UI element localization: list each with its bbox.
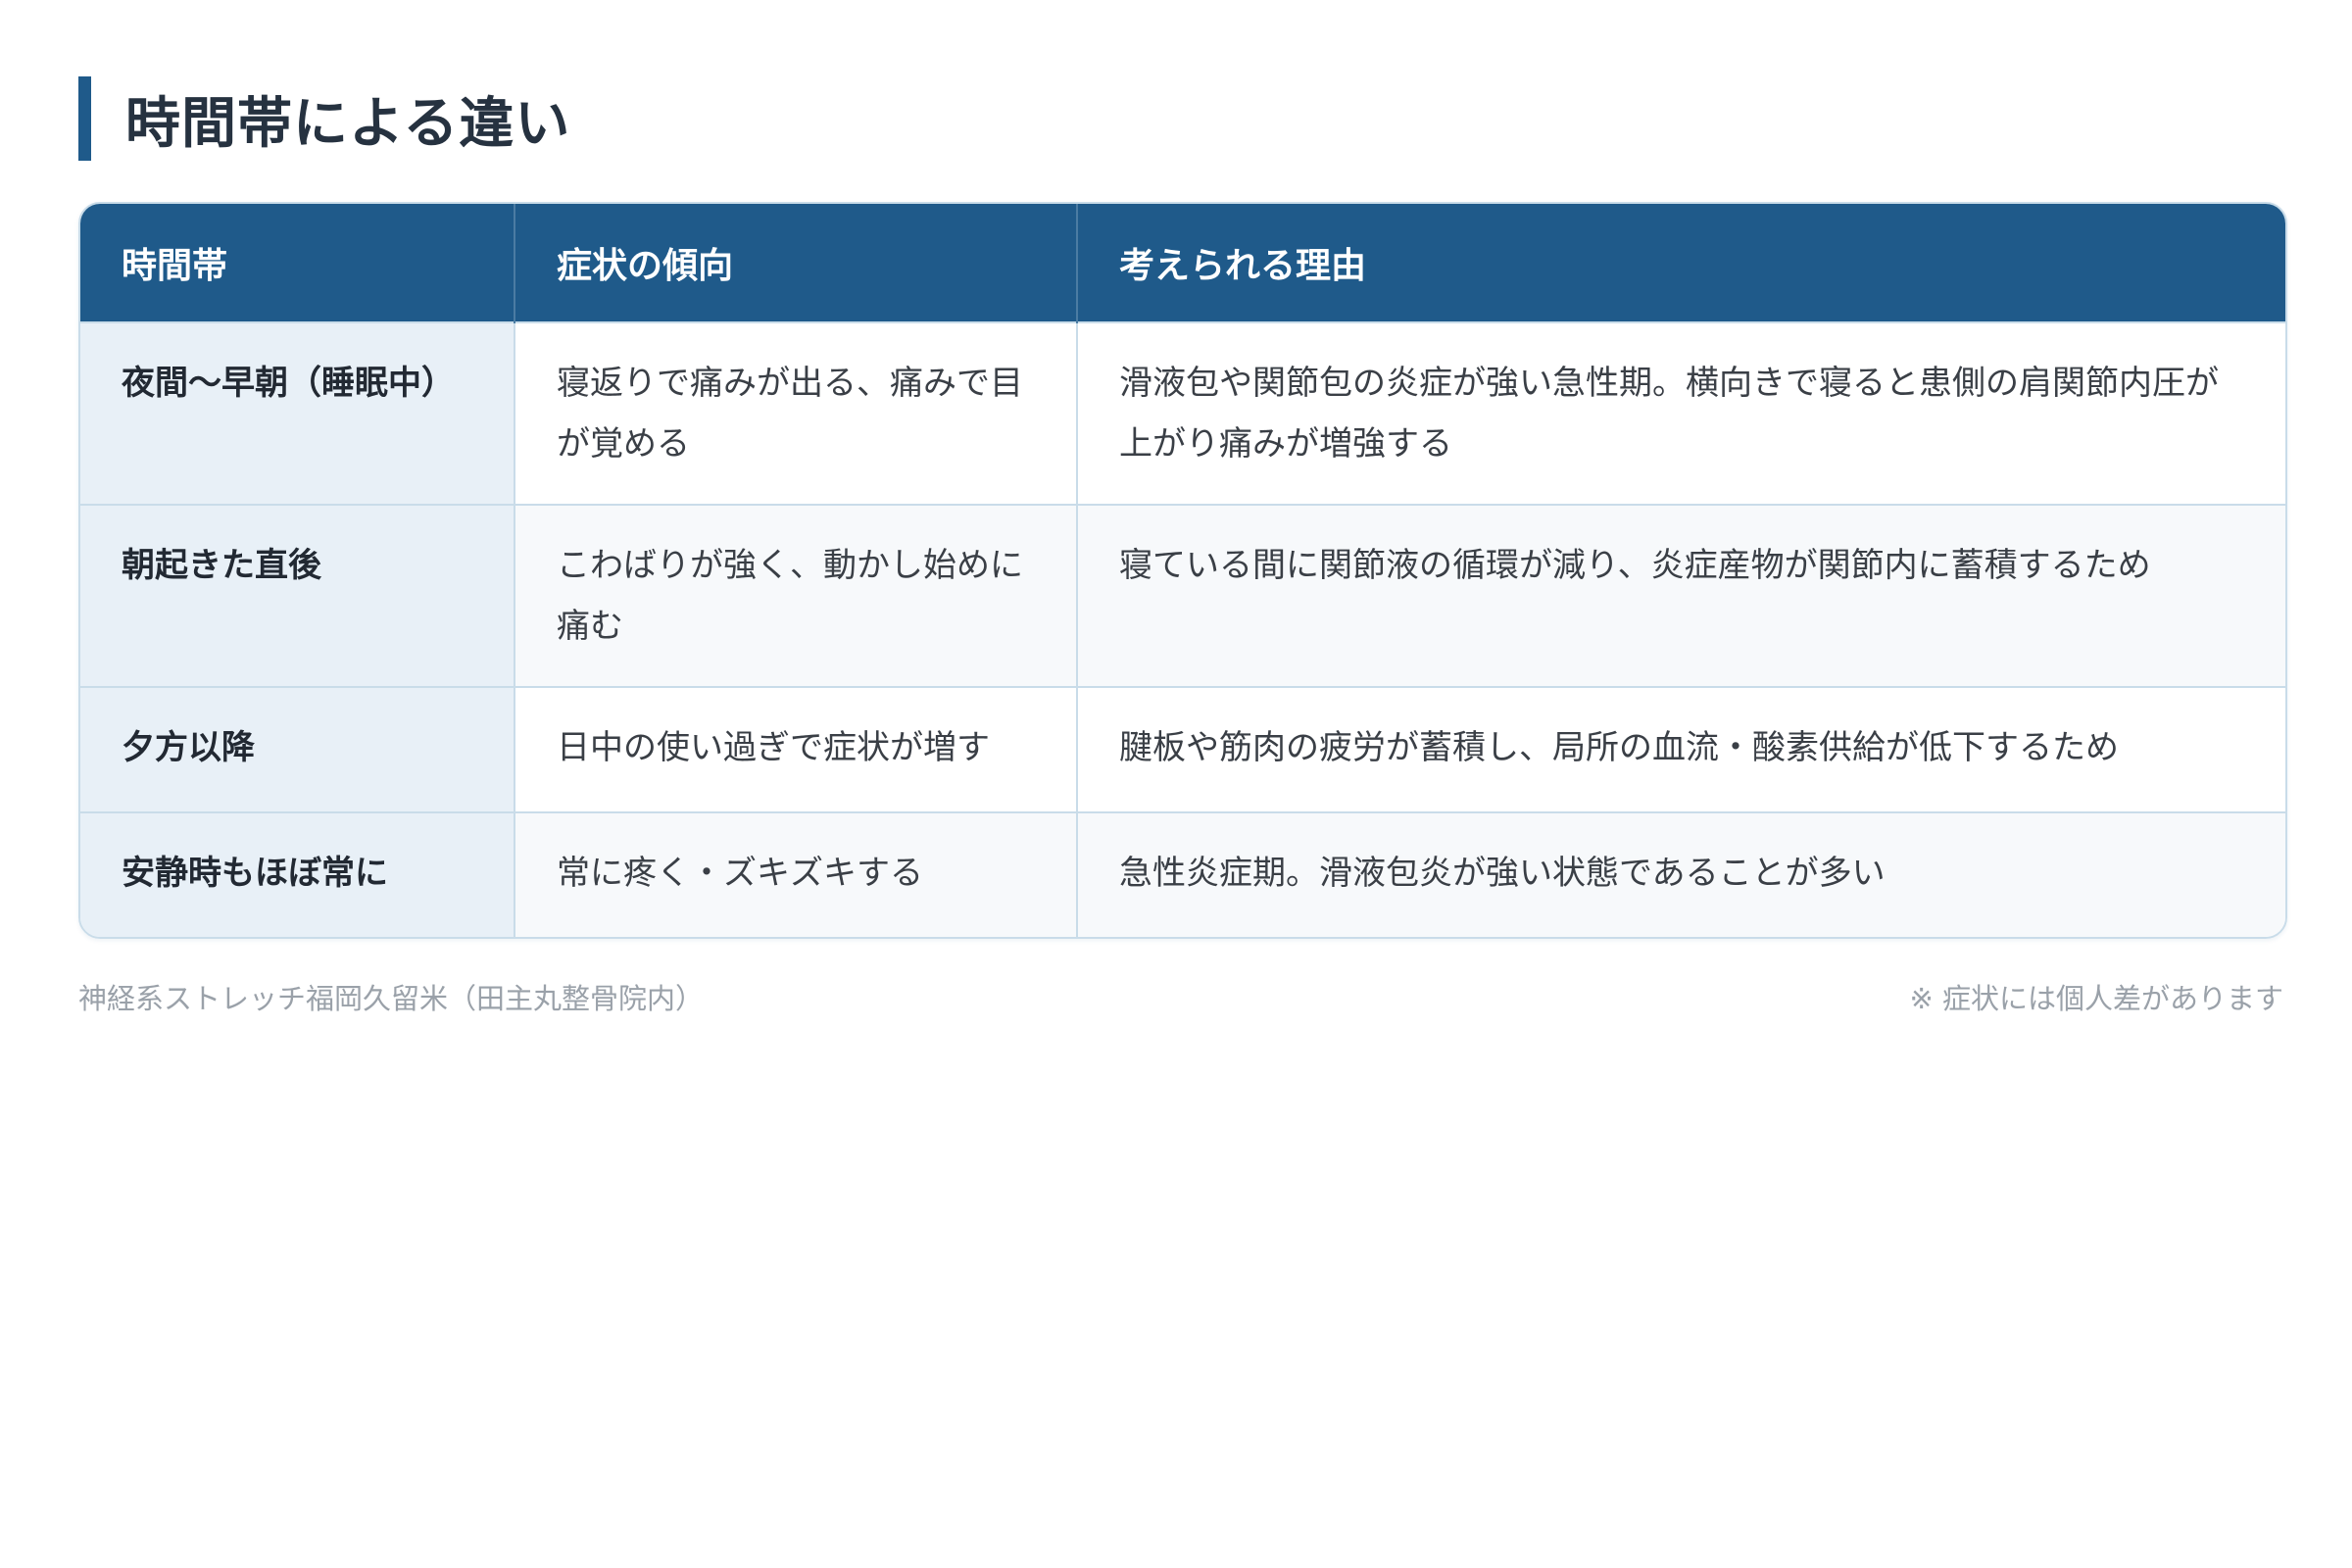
heading-title: 時間帯による違い [125,91,571,156]
heading-accent-bar [78,76,91,161]
row-reason-cell: 腱板や筋肉の疲労が蓄積し、局所の血流・酸素供給が低下するため [1077,686,2285,812]
table-body: 夜間〜早朝（睡眠中） 寝返りで痛みが出る、痛みで目が覚める 滑液包や関節包の炎症… [80,321,2285,937]
row-reason-cell: 寝ている間に関節液の循環が減り、炎症産物が関節内に蓄積するため [1077,504,2285,687]
row-time-label: 夜間〜早朝（睡眠中） [80,321,515,505]
table-row: 夕方以降 日中の使い過ぎで症状が増す 腱板や筋肉の疲労が蓄積し、局所の血流・酸素… [80,686,2285,812]
table-footer: 神経系ストレッチ福岡久留米（田主丸整骨院内） ※ 症状には個人差があります [78,976,2283,1017]
row-time-label: 朝起きた直後 [80,504,515,687]
table-header: 時間帯 症状の傾向 考えられる理由 [80,204,2285,322]
comparison-table: 時間帯 症状の傾向 考えられる理由 夜間〜早朝（睡眠中） 寝返りで痛みが出る、痛… [80,204,2285,937]
column-header-reason: 考えられる理由 [1077,204,2285,322]
time-of-day-table: 時間帯 症状の傾向 考えられる理由 夜間〜早朝（睡眠中） 寝返りで痛みが出る、痛… [78,202,2287,939]
row-time-label: 安静時もほぼ常に [80,811,515,937]
row-reason-cell: 急性炎症期。滑液包炎が強い状態であることが多い [1077,811,2285,937]
section-heading: 時間帯による違い [78,76,2283,161]
row-symptom-cell: 日中の使い過ぎで症状が増す [514,686,1078,812]
row-time-label: 夕方以降 [80,686,515,812]
source-credit: 神経系ストレッチ福岡久留米（田主丸整骨院内） [78,982,705,1015]
page-content: 時間帯による違い 時間帯 症状の傾向 考えられる理由 夜間〜早朝（睡眠中） 寝返… [78,76,2287,1017]
header-row: 時間帯 症状の傾向 考えられる理由 [80,204,2285,322]
row-symptom-cell: こわばりが強く、動かし始めに痛む [514,504,1078,687]
column-header-symptom: 症状の傾向 [514,204,1078,322]
table-row: 朝起きた直後 こわばりが強く、動かし始めに痛む 寝ている間に関節液の循環が減り、… [80,504,2285,687]
table-row: 安静時もほぼ常に 常に疼く・ズキズキする 急性炎症期。滑液包炎が強い状態であるこ… [80,811,2285,937]
row-symptom-cell: 寝返りで痛みが出る、痛みで目が覚める [514,321,1078,505]
column-header-time: 時間帯 [80,204,515,322]
row-symptom-cell: 常に疼く・ズキズキする [514,811,1078,937]
table-row: 夜間〜早朝（睡眠中） 寝返りで痛みが出る、痛みで目が覚める 滑液包や関節包の炎症… [80,321,2285,505]
row-reason-cell: 滑液包や関節包の炎症が強い急性期。横向きで寝ると患側の肩関節内圧が上がり痛みが増… [1077,321,2285,505]
disclaimer-note: ※ 症状には個人差があります [1909,982,2283,1015]
